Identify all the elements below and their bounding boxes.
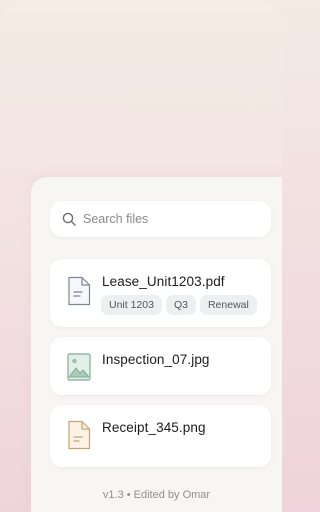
search-icon [62,212,76,226]
version-footer: v1.3 • Edited by Omar [102,489,211,501]
app-screen: Lease_Unit1203.pdf Unit 1203 Q3 Renewal … [0,0,282,512]
file-name: Inspection_07.jpg [102,352,210,367]
file-name: Receipt_345.png [102,420,206,435]
tag-renewal[interactable]: Renewal [199,295,257,315]
tag-quarter[interactable]: Q3 [165,295,196,315]
receipt-icon [68,420,91,450]
search-input[interactable] [83,212,263,226]
file-card-receipt[interactable]: Receipt_345.png [50,405,271,467]
file-name: Lease_Unit1203.pdf [102,274,225,289]
file-card-inspection[interactable]: Inspection_07.jpg [50,337,271,395]
files-panel: Lease_Unit1203.pdf Unit 1203 Q3 Renewal … [31,177,282,512]
image-icon [67,353,91,381]
tag-unit[interactable]: Unit 1203 [101,295,162,315]
document-icon [68,276,91,306]
file-card-lease[interactable]: Lease_Unit1203.pdf Unit 1203 Q3 Renewal [50,259,271,327]
tag-list: Unit 1203 Q3 Renewal [101,295,257,315]
search-bar[interactable] [50,201,271,237]
